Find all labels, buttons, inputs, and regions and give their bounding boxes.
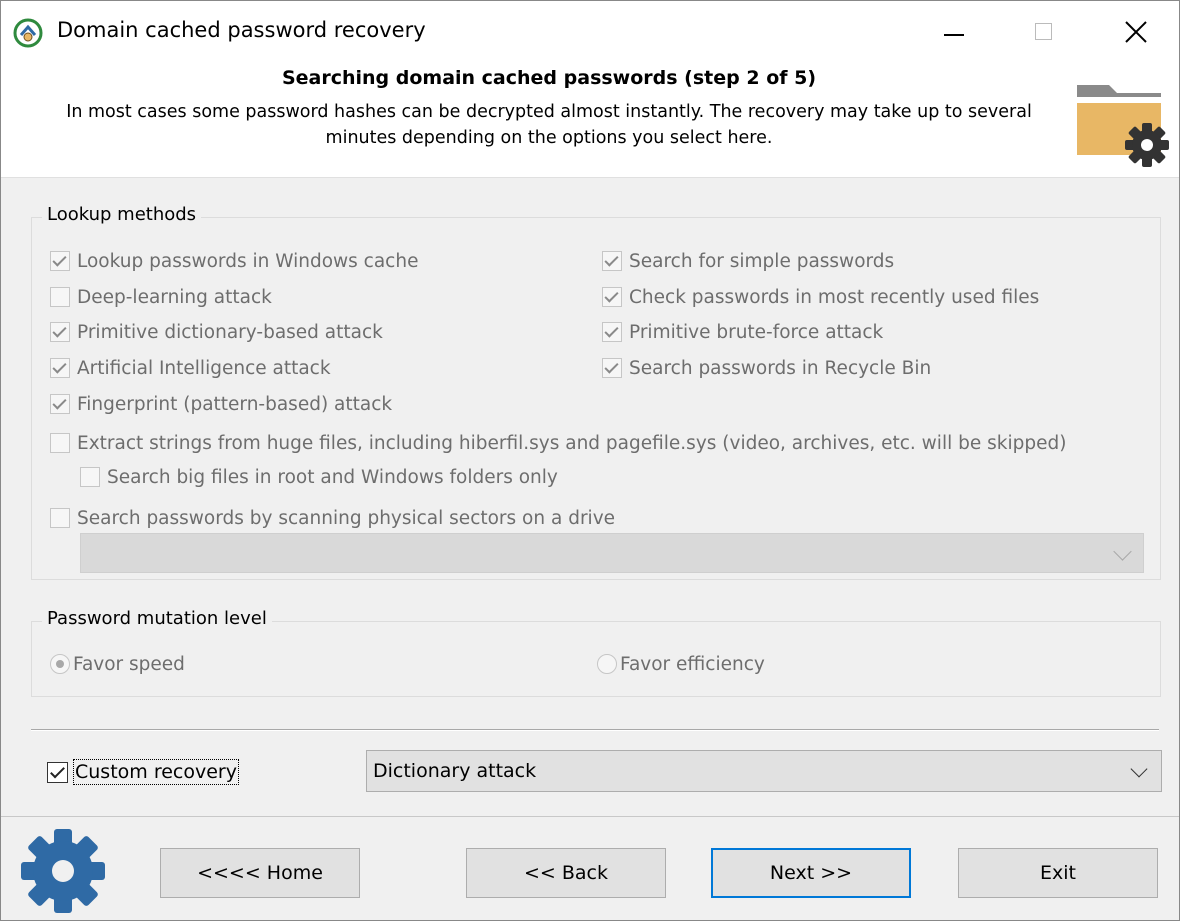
chevron-down-icon: [1130, 760, 1148, 778]
lookup-windows-cache-option[interactable]: Lookup passwords in Windows cache: [50, 248, 418, 274]
mutation-level-legend: Password mutation level: [42, 608, 272, 629]
physical-sectors-option[interactable]: Search passwords by scanning physical se…: [50, 505, 615, 531]
big-files-root-option[interactable]: Search big files in root and Windows fol…: [80, 464, 558, 490]
checkbox[interactable]: [50, 508, 70, 528]
maximize-icon: [1035, 23, 1052, 40]
recent-files-option[interactable]: Check passwords in most recently used fi…: [602, 284, 1039, 310]
main-window: Domain cached password recovery Searchin…: [0, 0, 1180, 921]
next-button-label: Next >>: [769, 862, 853, 884]
minimize-button[interactable]: [906, 1, 998, 63]
checkbox[interactable]: [602, 287, 622, 307]
option-label: Deep-learning attack: [77, 286, 272, 308]
minimize-icon: [944, 34, 964, 36]
brute-force-option[interactable]: Primitive brute-force attack: [602, 319, 883, 345]
drive-select[interactable]: [80, 533, 1144, 573]
step-title: Searching domain cached passwords (step …: [281, 67, 817, 89]
home-button[interactable]: <<<< Home: [160, 848, 360, 898]
gear-icon: [21, 829, 105, 913]
deep-learning-option[interactable]: Deep-learning attack: [50, 284, 272, 310]
extract-strings-option[interactable]: Extract strings from huge files, includi…: [50, 430, 1066, 456]
back-button[interactable]: << Back: [466, 848, 666, 898]
option-label: Fingerprint (pattern-based) attack: [77, 393, 393, 415]
custom-recovery-label: Custom recovery: [73, 759, 239, 785]
checkbox[interactable]: [602, 322, 622, 342]
chevron-down-icon: [1113, 542, 1132, 561]
option-label: Favor speed: [73, 653, 185, 675]
mutation-level-group: Password mutation level Favor speed Favo…: [31, 608, 1161, 697]
maximize-button[interactable]: [998, 1, 1090, 63]
close-icon: [1125, 21, 1147, 43]
checkbox[interactable]: [602, 358, 622, 378]
option-label: Favor efficiency: [620, 653, 765, 675]
checkbox[interactable]: [50, 358, 70, 378]
custom-recovery-checkbox[interactable]: Custom recovery: [47, 758, 239, 786]
favor-efficiency-option[interactable]: Favor efficiency: [597, 651, 765, 677]
app-icon: [13, 18, 43, 48]
lookup-methods-group: Lookup methods Lookup passwords in Windo…: [31, 204, 1161, 580]
back-button-label: << Back: [523, 862, 608, 884]
option-label: Check passwords in most recently used fi…: [629, 286, 1040, 308]
checkbox[interactable]: [50, 433, 70, 453]
option-label: Search big files in root and Windows fol…: [107, 466, 558, 488]
checkbox[interactable]: [602, 251, 622, 271]
option-label: Lookup passwords in Windows cache: [77, 250, 419, 272]
radio-button[interactable]: [50, 654, 70, 674]
checkbox[interactable]: [50, 394, 70, 414]
option-label: Primitive dictionary-based attack: [77, 321, 383, 343]
separator: [31, 729, 1159, 731]
simple-passwords-option[interactable]: Search for simple passwords: [602, 248, 894, 274]
wizard-footer: <<<< Home << Back Next >> Exit: [1, 816, 1179, 920]
dictionary-attack-option[interactable]: Primitive dictionary-based attack: [50, 319, 383, 345]
lookup-methods-legend: Lookup methods: [42, 204, 202, 225]
next-button[interactable]: Next >>: [711, 848, 911, 898]
option-label: Primitive brute-force attack: [629, 321, 884, 343]
step-description: In most cases some password hashes can b…: [66, 102, 1032, 148]
option-label: Search passwords by scanning physical se…: [77, 507, 616, 529]
recycle-bin-option[interactable]: Search passwords in Recycle Bin: [602, 355, 931, 381]
favor-speed-option[interactable]: Favor speed: [50, 651, 185, 677]
checkbox[interactable]: [50, 322, 70, 342]
option-label: Search passwords in Recycle Bin: [629, 357, 932, 379]
option-label: Artificial Intelligence attack: [77, 357, 331, 379]
checkbox[interactable]: [80, 467, 100, 487]
exit-button[interactable]: Exit: [958, 848, 1158, 898]
option-label: Extract strings from huge files, includi…: [77, 432, 1067, 454]
window-title: Domain cached password recovery: [57, 18, 426, 42]
title-bar[interactable]: Domain cached password recovery: [1, 1, 1179, 63]
checkbox[interactable]: [47, 761, 68, 783]
ai-attack-option[interactable]: Artificial Intelligence attack: [50, 355, 331, 381]
wizard-header: Searching domain cached passwords (step …: [1, 63, 1179, 178]
recovery-method-value: Dictionary attack: [373, 760, 537, 782]
option-label: Search for simple passwords: [629, 250, 895, 272]
exit-button-label: Exit: [1040, 862, 1076, 884]
radio-button[interactable]: [597, 654, 617, 674]
checkbox[interactable]: [50, 287, 70, 307]
home-button-label: <<<< Home: [197, 862, 323, 884]
folder-gear-icon: [1077, 85, 1169, 167]
fingerprint-attack-option[interactable]: Fingerprint (pattern-based) attack: [50, 391, 392, 417]
recovery-method-select[interactable]: Dictionary attack: [366, 750, 1162, 792]
checkbox[interactable]: [50, 251, 70, 271]
close-button[interactable]: [1090, 1, 1179, 63]
